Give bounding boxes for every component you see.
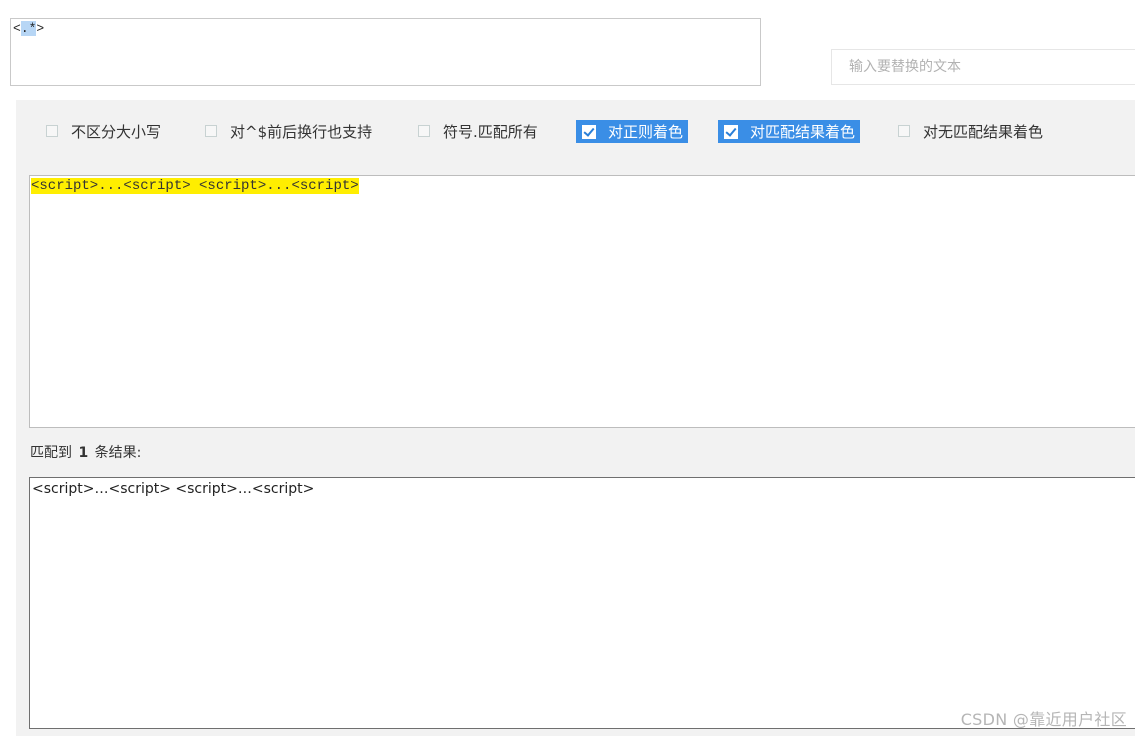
watermark: CSDN @靠近用户社区 bbox=[960, 710, 1127, 729]
regex-prefix: < bbox=[13, 21, 21, 36]
option-label: 对无匹配结果着色 bbox=[923, 122, 1044, 141]
regex-input[interactable]: <.*> bbox=[10, 18, 761, 86]
regex-suffix: > bbox=[36, 21, 45, 36]
option-label: 不区分大小写 bbox=[71, 122, 162, 141]
checkbox-icon[interactable] bbox=[898, 125, 910, 137]
option-case-insensitive[interactable]: 不区分大小写 bbox=[46, 119, 161, 143]
result-prefix: 匹配到 bbox=[30, 445, 72, 461]
checkbox-icon[interactable] bbox=[46, 125, 58, 137]
option-multiline[interactable]: 对^$前后换行也支持 bbox=[205, 119, 372, 143]
option-label: 对^$前后换行也支持 bbox=[230, 122, 373, 141]
replace-text-input[interactable] bbox=[831, 49, 1135, 85]
result-count: 1 bbox=[78, 445, 89, 461]
option-color-matches[interactable]: 对匹配结果着色 bbox=[718, 120, 861, 143]
result-summary: 匹配到 1 条结果: bbox=[30, 442, 141, 464]
checkbox-checked-icon[interactable] bbox=[724, 124, 738, 139]
option-label: 对匹配结果着色 bbox=[750, 123, 856, 141]
options-bar: 不区分大小写 对^$前后换行也支持 符号.匹配所有 对正则着色 对匹配结果着色 … bbox=[16, 100, 1135, 164]
checkbox-icon[interactable] bbox=[205, 125, 217, 137]
option-dotall[interactable]: 符号.匹配所有 bbox=[418, 119, 538, 143]
option-label: 符号.匹配所有 bbox=[443, 122, 538, 141]
options-panel: 不区分大小写 对^$前后换行也支持 符号.匹配所有 对正则着色 对匹配结果着色 … bbox=[16, 100, 1135, 736]
checkbox-icon[interactable] bbox=[418, 125, 430, 137]
match-highlight: <script>...<script> <script>...<script> bbox=[31, 178, 359, 194]
option-color-nonmatches[interactable]: 对无匹配结果着色 bbox=[898, 119, 1043, 143]
source-text-area[interactable]: <script>...<script> <script>...<script> bbox=[29, 175, 1135, 428]
result-suffix: 条结果: bbox=[94, 445, 142, 461]
checkbox-checked-icon[interactable] bbox=[582, 124, 596, 139]
result-text-area[interactable]: <script>…<script> <script>…<script> bbox=[29, 477, 1135, 729]
result-text: <script>…<script> <script>…<script> bbox=[32, 481, 315, 497]
regex-tester-page: <.*> 不区分大小写 对^$前后换行也支持 符号.匹配所有 对正则着色 对 bbox=[0, 0, 1135, 736]
regex-selection: .* bbox=[20, 21, 37, 36]
option-color-regex[interactable]: 对正则着色 bbox=[576, 120, 689, 143]
option-label: 对正则着色 bbox=[608, 123, 684, 141]
